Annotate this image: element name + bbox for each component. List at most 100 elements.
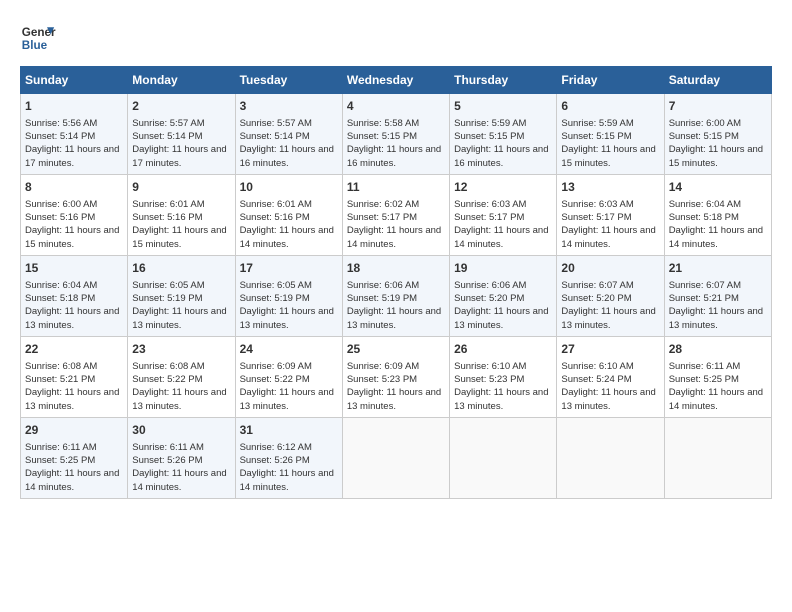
day-info: Sunrise: 6:01 AM [132,198,230,211]
day-info: Daylight: 11 hours and 14 minutes. [669,386,767,413]
day-info: Daylight: 11 hours and 13 minutes. [454,305,552,332]
day-info: Sunrise: 6:10 AM [561,360,659,373]
day-cell: 23Sunrise: 6:08 AMSunset: 5:22 PMDayligh… [128,336,235,417]
week-row-5: 29Sunrise: 6:11 AMSunset: 5:25 PMDayligh… [21,417,772,498]
day-cell: 5Sunrise: 5:59 AMSunset: 5:15 PMDaylight… [450,94,557,175]
day-number: 30 [132,422,230,439]
day-info: Sunrise: 5:57 AM [240,117,338,130]
day-info: Daylight: 11 hours and 13 minutes. [561,305,659,332]
day-number: 1 [25,98,123,115]
day-info: Sunrise: 5:59 AM [454,117,552,130]
day-info: Daylight: 11 hours and 14 minutes. [25,467,123,494]
day-info: Sunrise: 5:59 AM [561,117,659,130]
day-cell [557,417,664,498]
day-cell: 20Sunrise: 6:07 AMSunset: 5:20 PMDayligh… [557,255,664,336]
day-cell: 17Sunrise: 6:05 AMSunset: 5:19 PMDayligh… [235,255,342,336]
day-info: Daylight: 11 hours and 13 minutes. [25,386,123,413]
svg-text:Blue: Blue [22,39,48,52]
day-cell: 16Sunrise: 6:05 AMSunset: 5:19 PMDayligh… [128,255,235,336]
day-info: Sunrise: 5:57 AM [132,117,230,130]
day-info: Sunrise: 6:09 AM [347,360,445,373]
day-info: Sunrise: 6:07 AM [669,279,767,292]
day-number: 20 [561,260,659,277]
day-info: Sunrise: 6:00 AM [25,198,123,211]
day-number: 29 [25,422,123,439]
day-info: Sunset: 5:19 PM [240,292,338,305]
week-row-1: 1Sunrise: 5:56 AMSunset: 5:14 PMDaylight… [21,94,772,175]
week-row-3: 15Sunrise: 6:04 AMSunset: 5:18 PMDayligh… [21,255,772,336]
day-info: Sunrise: 6:06 AM [347,279,445,292]
day-info: Sunrise: 6:04 AM [25,279,123,292]
day-info: Sunset: 5:21 PM [25,373,123,386]
day-cell: 9Sunrise: 6:01 AMSunset: 5:16 PMDaylight… [128,174,235,255]
day-number: 22 [25,341,123,358]
day-cell: 1Sunrise: 5:56 AMSunset: 5:14 PMDaylight… [21,94,128,175]
day-cell: 27Sunrise: 6:10 AMSunset: 5:24 PMDayligh… [557,336,664,417]
day-info: Daylight: 11 hours and 13 minutes. [25,305,123,332]
day-number: 25 [347,341,445,358]
day-info: Sunrise: 6:07 AM [561,279,659,292]
day-info: Daylight: 11 hours and 13 minutes. [561,386,659,413]
col-header-sunday: Sunday [21,67,128,94]
day-cell: 21Sunrise: 6:07 AMSunset: 5:21 PMDayligh… [664,255,771,336]
day-cell: 11Sunrise: 6:02 AMSunset: 5:17 PMDayligh… [342,174,449,255]
day-cell: 13Sunrise: 6:03 AMSunset: 5:17 PMDayligh… [557,174,664,255]
col-header-friday: Friday [557,67,664,94]
day-info: Sunrise: 6:06 AM [454,279,552,292]
day-cell: 4Sunrise: 5:58 AMSunset: 5:15 PMDaylight… [342,94,449,175]
logo: General Blue [20,20,56,56]
day-info: Sunset: 5:14 PM [132,130,230,143]
day-cell: 24Sunrise: 6:09 AMSunset: 5:22 PMDayligh… [235,336,342,417]
calendar-table: SundayMondayTuesdayWednesdayThursdayFrid… [20,66,772,499]
day-number: 15 [25,260,123,277]
day-info: Sunrise: 6:11 AM [669,360,767,373]
day-cell: 6Sunrise: 5:59 AMSunset: 5:15 PMDaylight… [557,94,664,175]
day-number: 31 [240,422,338,439]
day-number: 3 [240,98,338,115]
day-info: Sunset: 5:17 PM [347,211,445,224]
day-info: Sunrise: 6:00 AM [669,117,767,130]
day-info: Daylight: 11 hours and 15 minutes. [561,143,659,170]
day-info: Sunrise: 6:05 AM [132,279,230,292]
day-cell [450,417,557,498]
day-info: Sunset: 5:17 PM [561,211,659,224]
day-number: 10 [240,179,338,196]
day-info: Sunset: 5:19 PM [132,292,230,305]
day-number: 23 [132,341,230,358]
day-cell: 28Sunrise: 6:11 AMSunset: 5:25 PMDayligh… [664,336,771,417]
day-info: Sunset: 5:26 PM [240,454,338,467]
day-number: 21 [669,260,767,277]
day-number: 2 [132,98,230,115]
day-cell: 25Sunrise: 6:09 AMSunset: 5:23 PMDayligh… [342,336,449,417]
day-number: 19 [454,260,552,277]
day-info: Sunset: 5:18 PM [25,292,123,305]
day-info: Sunset: 5:15 PM [347,130,445,143]
day-cell: 15 Sunrise: 6:04 AMSunset: 5:18 PMDayligh… [21,255,128,336]
day-info: Sunset: 5:23 PM [454,373,552,386]
day-info: Daylight: 11 hours and 14 minutes. [347,224,445,251]
day-number: 27 [561,341,659,358]
day-cell: 26Sunrise: 6:10 AMSunset: 5:23 PMDayligh… [450,336,557,417]
day-cell: 30Sunrise: 6:11 AMSunset: 5:26 PMDayligh… [128,417,235,498]
day-info: Sunrise: 5:58 AM [347,117,445,130]
day-info: Sunrise: 6:11 AM [25,441,123,454]
day-number: 26 [454,341,552,358]
day-info: Daylight: 11 hours and 14 minutes. [669,224,767,251]
day-info: Sunrise: 6:02 AM [347,198,445,211]
day-info: Sunrise: 6:05 AM [240,279,338,292]
day-number: 9 [132,179,230,196]
day-info: Sunrise: 6:09 AM [240,360,338,373]
header-row: SundayMondayTuesdayWednesdayThursdayFrid… [21,67,772,94]
day-info: Sunset: 5:16 PM [132,211,230,224]
day-info: Daylight: 11 hours and 14 minutes. [561,224,659,251]
day-cell: 31Sunrise: 6:12 AMSunset: 5:26 PMDayligh… [235,417,342,498]
day-number: 6 [561,98,659,115]
day-number: 28 [669,341,767,358]
day-info: Sunset: 5:14 PM [25,130,123,143]
day-cell: 2Sunrise: 5:57 AMSunset: 5:14 PMDaylight… [128,94,235,175]
day-info: Sunset: 5:22 PM [132,373,230,386]
day-info: Daylight: 11 hours and 14 minutes. [240,224,338,251]
day-cell: 3Sunrise: 5:57 AMSunset: 5:14 PMDaylight… [235,94,342,175]
day-info: Daylight: 11 hours and 15 minutes. [25,224,123,251]
day-number: 7 [669,98,767,115]
